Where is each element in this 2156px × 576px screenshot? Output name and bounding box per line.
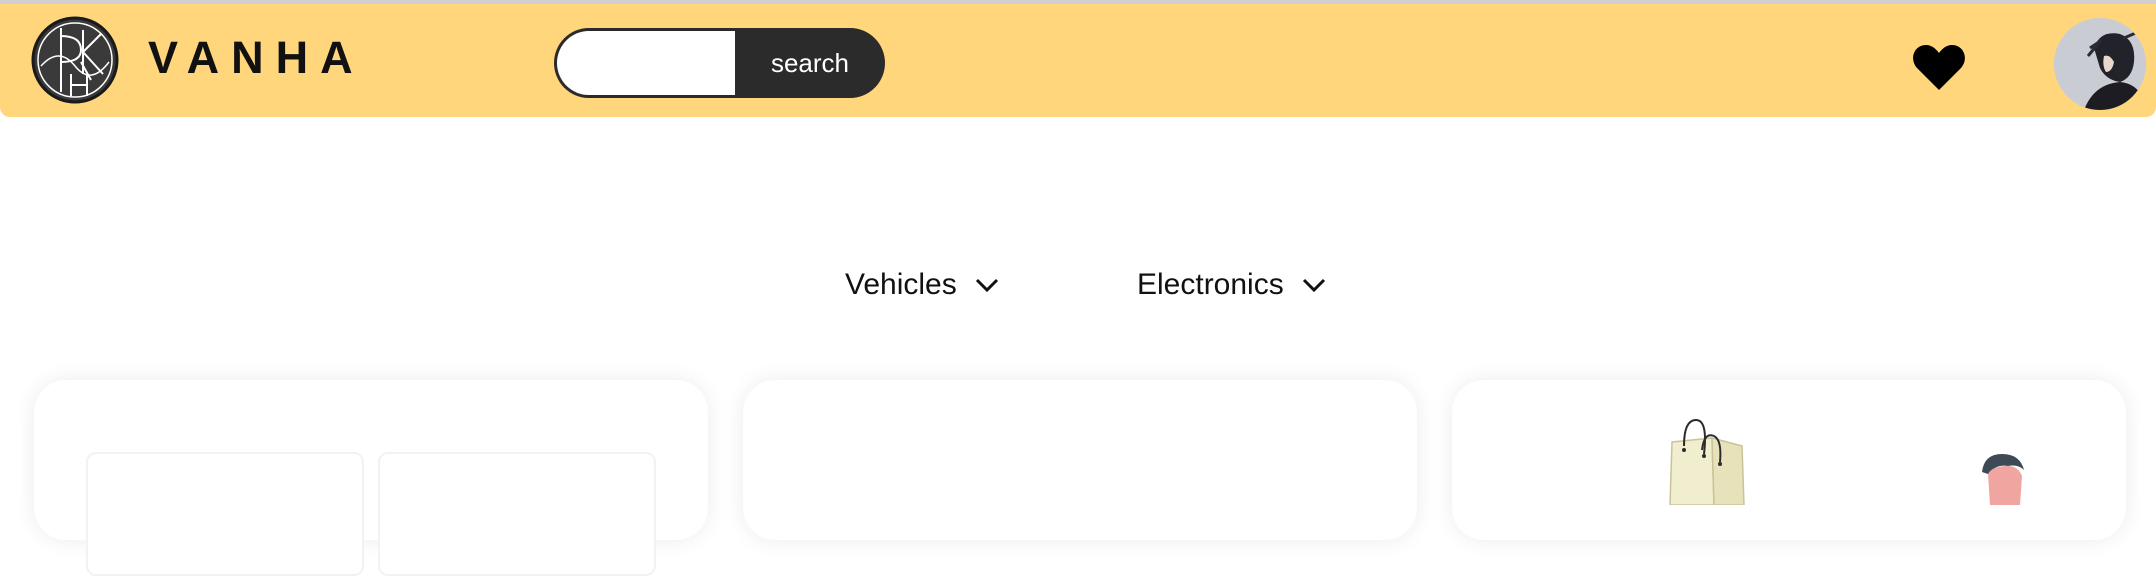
avatar-image [2054,18,2146,110]
category-electronics[interactable]: Electronics [1137,268,1326,302]
search-button[interactable]: search [735,28,885,98]
category-label: Vehicles [845,268,957,301]
category-menu: Vehicles Electronics [0,268,2156,312]
logo-icon[interactable] [31,16,119,104]
card-thumbnail [378,452,656,576]
card-1[interactable] [34,380,708,576]
search-input[interactable] [554,28,735,98]
category-vehicles[interactable]: Vehicles [845,268,999,302]
card-2[interactable] [743,380,1417,540]
category-label: Electronics [1137,268,1284,301]
user-avatar[interactable] [2054,18,2146,110]
brand-name: VANHA [148,32,365,83]
shopping-bag-illustration [1669,418,2024,505]
chevron-down-icon [1302,278,1325,293]
search-bar: search [554,28,885,98]
heart-icon[interactable] [1912,42,1966,92]
card-3[interactable] [1452,380,2126,540]
chevron-down-icon [975,278,998,293]
card-thumbnail [86,452,364,576]
top-navbar: VANHA search [0,4,2156,117]
